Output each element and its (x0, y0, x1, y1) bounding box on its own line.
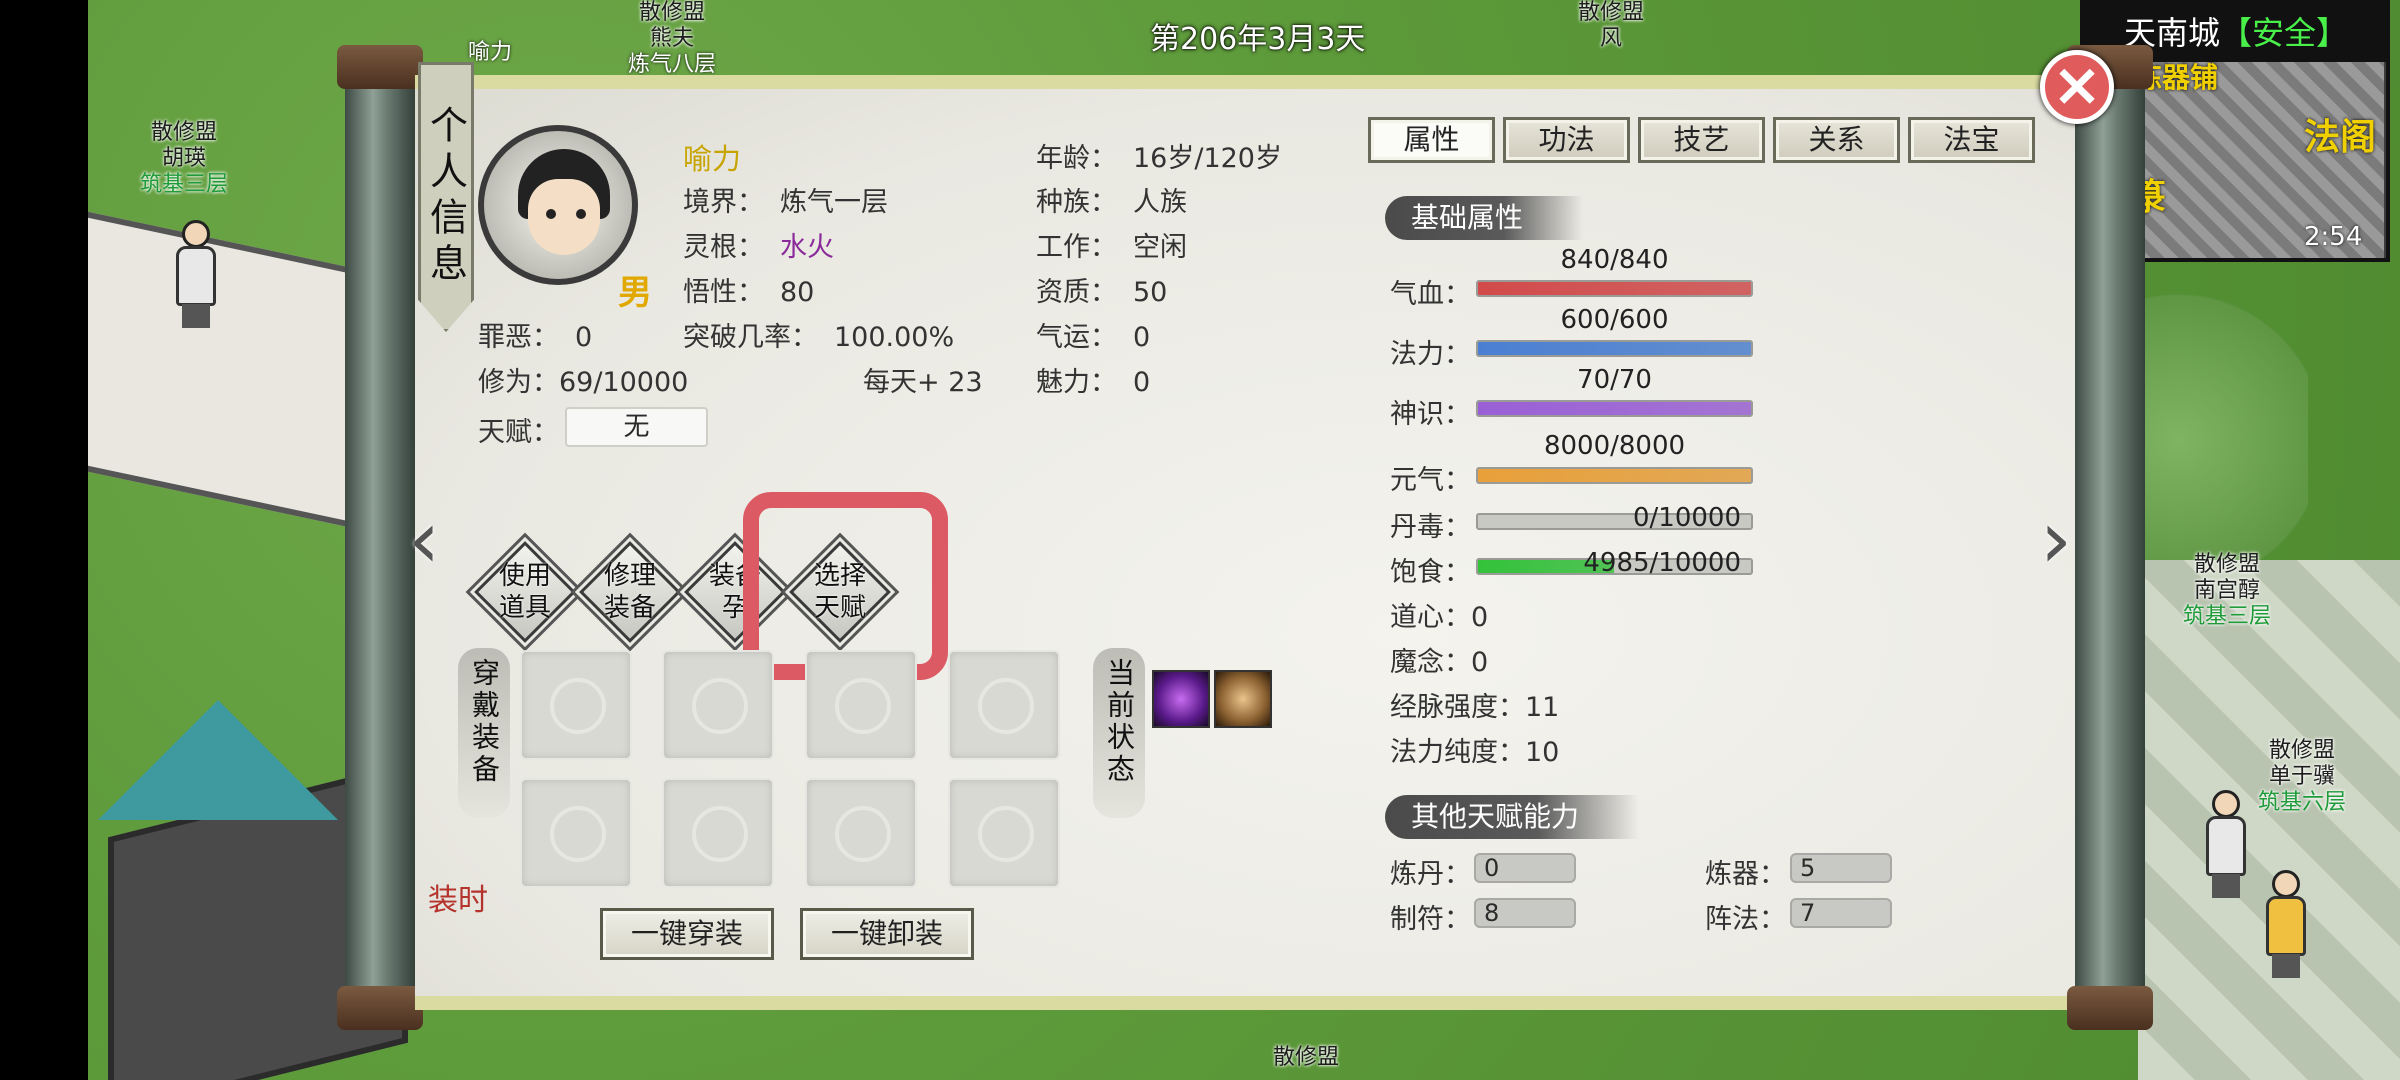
pagoda-roof (98, 700, 338, 820)
evil-row: 罪恶： 0 (478, 322, 593, 353)
stat-bar-fill (1478, 402, 1751, 415)
meridian-strength-row: 经脉强度：11 (1390, 692, 1560, 723)
use-item-button[interactable]: 使用 道具 (474, 541, 576, 643)
alchemy-value: 0 (1474, 853, 1576, 883)
npc-name-label: 散修盟 单于骥 筑基六层 (2258, 738, 2347, 815)
gender-label: 男 (618, 273, 652, 313)
stat-label: 饱食： (1390, 557, 1471, 588)
equip-all-button[interactable]: 一键穿装 (600, 908, 774, 960)
unequip-all-button[interactable]: 一键卸装 (800, 908, 974, 960)
alchemy-label: 炼丹： (1390, 859, 1471, 890)
status-buff-icon[interactable] (1214, 670, 1272, 728)
npc-name-label: 散修盟 胡瑛 筑基三层 (140, 120, 229, 197)
talent-value[interactable]: 无 (565, 407, 708, 447)
state-section-label: 当前状态 (1093, 648, 1145, 818)
base-attributes-header: 基础属性 (1385, 196, 1584, 240)
close-button[interactable]: × (2040, 50, 2114, 124)
stat-label: 法力： (1390, 339, 1471, 370)
stat-label: 气血： (1390, 279, 1471, 310)
demon-thought-row: 魔念：0 (1390, 647, 1489, 678)
scroll-roller-left (337, 45, 423, 1030)
forging-value: 5 (1790, 853, 1892, 883)
formation-value: 7 (1790, 898, 1892, 928)
equip-slot[interactable] (520, 778, 632, 888)
stat-bar-value: 840/840 (1560, 245, 1669, 275)
scroll-roller-right (2067, 45, 2153, 1030)
other-talents-header: 其他天赋能力 (1385, 795, 1640, 839)
tab-treasures[interactable]: 法宝 (1908, 117, 2035, 163)
stat-bar-fill (1478, 342, 1751, 355)
panel-title: 个人信息 (418, 62, 474, 332)
npc-character[interactable] (2258, 870, 2314, 980)
equip-slot[interactable] (805, 650, 917, 760)
equip-slot[interactable] (805, 778, 917, 888)
equip-section-label: 穿戴装备 (458, 648, 510, 818)
tab-relations[interactable]: 关系 (1773, 117, 1900, 163)
stat-label: 丹毒： (1390, 512, 1471, 543)
daily-gain: 每天+ 23 (863, 367, 983, 398)
aptitude-row: 资质： 50 (1036, 277, 1168, 308)
seal-stamp: 装时 (428, 883, 488, 918)
luck-row: 气运： 0 (1036, 322, 1151, 353)
status-buff-icon[interactable] (1152, 670, 1210, 728)
npc-character[interactable] (2198, 790, 2254, 900)
spirit-root-row: 灵根： 水火 (683, 232, 834, 263)
forging-label: 炼器： (1705, 859, 1786, 890)
mana-purity-row: 法力纯度：10 (1390, 737, 1560, 768)
comprehension-row: 悟性： 80 (683, 277, 815, 308)
breakthrough-row: 突破几率： 100.00% (683, 322, 955, 353)
realm-row: 境界： 炼气一层 (683, 187, 888, 218)
minimap-label: 法阁 (2304, 117, 2377, 158)
npc-name-label: 散修盟 (1273, 1045, 1340, 1070)
charm-row: 魅力： 0 (1036, 367, 1151, 398)
race-row: 种族： 人族 (1036, 187, 1187, 218)
tab-techniques[interactable]: 功法 (1503, 117, 1630, 163)
age-row: 年龄： 16岁/120岁 (1036, 143, 1282, 174)
npc-name-label: 散修盟 南宫醇 筑基三层 (2183, 552, 2272, 629)
stat-bar-fill (1478, 469, 1751, 482)
stat-bar-fill (1478, 282, 1751, 295)
job-row: 工作： 空闲 (1036, 232, 1187, 263)
next-page-arrow[interactable]: › (2040, 500, 2076, 580)
close-icon: × (2051, 50, 2103, 120)
tab-attributes[interactable]: 属性 (1368, 117, 1495, 163)
talisman-label: 制符： (1390, 904, 1471, 935)
minimap-time: 2:54 (2304, 222, 2363, 252)
stat-bar-value: 0/10000 (1632, 503, 1741, 533)
stat-bar (1476, 400, 1753, 417)
equip-slot[interactable] (948, 650, 1060, 760)
talent-row-label: 天赋： (478, 417, 559, 448)
stat-bar-value: 8000/8000 (1543, 431, 1686, 461)
formation-label: 阵法： (1705, 904, 1786, 935)
tab-skills[interactable]: 技艺 (1638, 117, 1765, 163)
stat-bar (1476, 280, 1753, 297)
repair-equipment-button[interactable]: 修理 装备 (579, 541, 681, 643)
character-avatar (478, 125, 638, 285)
dao-heart-row: 道心：0 (1390, 602, 1489, 633)
cultivation-row: 修为：69/10000 (478, 367, 689, 398)
stat-label: 元气： (1390, 465, 1471, 496)
safety-status: 【安全】 (2220, 14, 2349, 52)
stat-bar-value: 4985/10000 (1583, 548, 1741, 578)
prev-page-arrow[interactable]: ‹ (408, 500, 444, 580)
equip-slot[interactable] (520, 650, 632, 760)
stat-bar-value: 600/600 (1560, 305, 1669, 335)
equip-slot[interactable] (662, 650, 774, 760)
stat-bar (1476, 467, 1753, 484)
stat-label: 神识： (1390, 399, 1471, 430)
talisman-value: 8 (1474, 898, 1576, 928)
stat-bar (1476, 340, 1753, 357)
npc-character[interactable] (168, 220, 224, 330)
paved-plaza (2138, 560, 2400, 1080)
equip-slot[interactable] (948, 778, 1060, 888)
character-name: 喻力 (683, 142, 742, 176)
stat-bar-value: 70/70 (1577, 365, 1652, 395)
equip-slot[interactable] (662, 778, 774, 888)
